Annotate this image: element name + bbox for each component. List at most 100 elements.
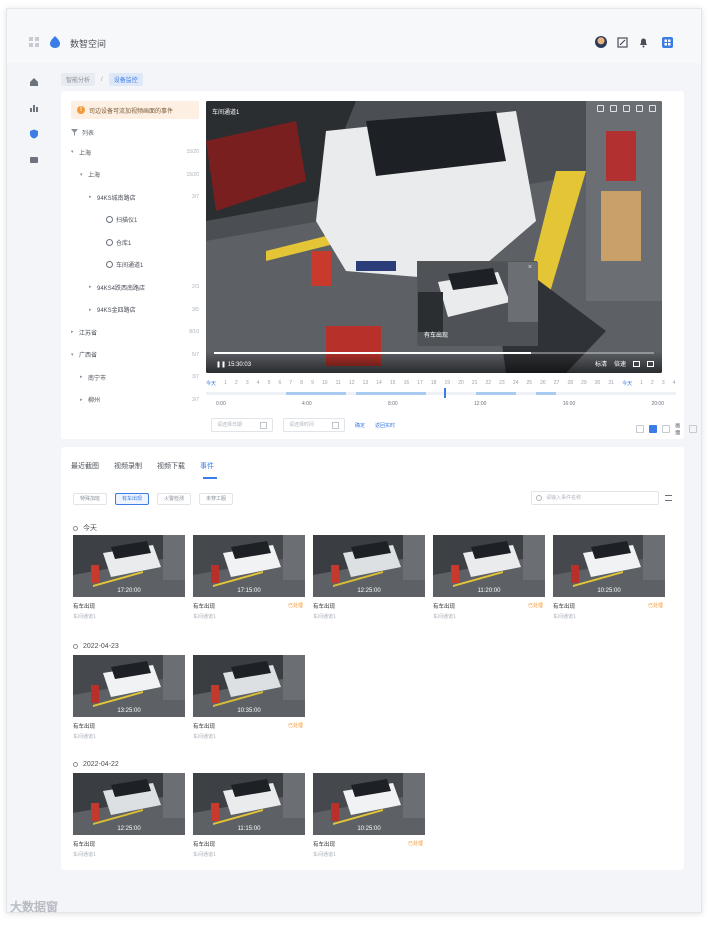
list-view-icon[interactable]: [662, 425, 671, 433]
expand-icon[interactable]: ▸: [80, 397, 88, 403]
event-thumbnail[interactable]: 10:35:00: [193, 655, 305, 717]
collapse-icon[interactable]: ▾: [71, 352, 79, 358]
tree-node[interactable]: 仓库1: [71, 231, 201, 254]
timeline-date[interactable]: 18: [431, 380, 437, 387]
expand-icon[interactable]: [688, 425, 698, 433]
snapshot-icon[interactable]: [597, 105, 604, 112]
tab-screenshots[interactable]: 最近截图: [71, 461, 99, 471]
playback-progress[interactable]: [214, 352, 654, 354]
tree-node[interactable]: ▸ 柳州 3/7: [71, 389, 201, 412]
tab-events[interactable]: 事件: [200, 461, 214, 471]
breadcrumb-item[interactable]: 智能分析: [61, 73, 96, 86]
start-date-input[interactable]: 请选择日期: [211, 418, 273, 432]
timeline-date[interactable]: 1: [640, 380, 643, 387]
timeline-date[interactable]: 31: [608, 380, 614, 387]
event-card[interactable]: 11:20:00 有车出现 车间通道1 已处理: [433, 535, 545, 620]
tab-recording[interactable]: 视频录制: [114, 461, 142, 471]
timeline-date[interactable]: 13: [363, 380, 369, 387]
event-thumbnail[interactable]: 10:25:00: [553, 535, 665, 597]
filter-icon[interactable]: [71, 128, 78, 136]
timeline-date[interactable]: 19: [445, 380, 451, 387]
expand-icon[interactable]: ▸: [80, 374, 88, 380]
close-icon[interactable]: [649, 105, 656, 112]
bell-icon[interactable]: [638, 37, 649, 48]
timeline-date[interactable]: 20: [458, 380, 464, 387]
back-live-link[interactable]: 返回实时: [375, 422, 395, 429]
tab-download[interactable]: 视频下载: [157, 461, 185, 471]
expand-icon[interactable]: ▸: [89, 307, 97, 313]
expand-icon[interactable]: ▸: [71, 329, 79, 335]
tree-node[interactable]: ▸ 94KS城南路店 3/7: [71, 186, 201, 209]
tree-node[interactable]: ▸ 94KS4跌西南路店 2/3: [71, 276, 201, 299]
timeline-date[interactable]: 21: [472, 380, 478, 387]
preview-close-icon[interactable]: ×: [528, 264, 532, 271]
event-card[interactable]: 17:15:00 有车出现 车间通道1 已处理: [193, 535, 305, 620]
filter-chip[interactable]: 未穿工服: [199, 493, 234, 505]
timeline-date[interactable]: 5: [268, 380, 271, 387]
event-card[interactable]: 10:25:00 有车出现 车间通道1 已处理: [553, 535, 665, 620]
timeline-date[interactable]: 22: [486, 380, 492, 387]
timeline-date[interactable]: 15: [390, 380, 396, 387]
apps-grid-icon[interactable]: [29, 37, 39, 47]
timeline-date[interactable]: 1: [224, 380, 227, 387]
timeline-date[interactable]: 12: [349, 380, 355, 387]
menu-icon[interactable]: [665, 495, 672, 501]
timeline-date[interactable]: 16: [404, 380, 410, 387]
event-thumbnail[interactable]: 12:25:00: [73, 773, 185, 835]
shield-icon[interactable]: [29, 129, 39, 139]
event-card[interactable]: 10:35:00 有车出现 车间通道1 已处理: [193, 655, 305, 740]
event-card[interactable]: 10:25:00 有车出现 车间通道1 已处理: [313, 773, 425, 858]
timeline-date[interactable]: 10: [322, 380, 328, 387]
collapse-icon[interactable]: ▾: [80, 172, 88, 178]
timeline-date[interactable]: 2: [651, 380, 654, 387]
speed-button[interactable]: 倍速: [614, 359, 626, 368]
collapse-icon[interactable]: ▾: [71, 149, 79, 155]
event-search-input[interactable]: 请输入事件名称: [531, 491, 659, 505]
timeline-date[interactable]: 27: [554, 380, 560, 387]
single-view-icon[interactable]: [636, 425, 645, 433]
event-thumbnail[interactable]: 17:20:00: [73, 535, 185, 597]
timeline-date[interactable]: 4: [257, 380, 260, 387]
event-thumbnail[interactable]: 13:25:00: [73, 655, 185, 717]
end-time-input[interactable]: 请选择时间: [283, 418, 345, 432]
chart-icon[interactable]: [29, 103, 39, 113]
event-thumbnail[interactable]: 11:20:00: [433, 535, 545, 597]
event-preview[interactable]: × 有车出现: [417, 261, 538, 346]
timeline-track[interactable]: [206, 388, 676, 398]
filter-chip-active[interactable]: 有车出现: [115, 493, 150, 505]
timeline-date[interactable]: 23: [499, 380, 505, 387]
edit-icon[interactable]: [617, 37, 628, 48]
tree-node[interactable]: ▾ 广西省 5/7: [71, 344, 201, 367]
tree-node[interactable]: ▸ 94KS金四路店 3/5: [71, 299, 201, 322]
timeline-date[interactable]: 3: [662, 380, 665, 387]
timeline-date[interactable]: 26: [540, 380, 546, 387]
tree-node[interactable]: ▸ 江苏省 8/10: [71, 321, 201, 344]
filter-chip[interactable]: 特殊加班: [73, 493, 108, 505]
message-icon[interactable]: [29, 155, 39, 165]
tree-node[interactable]: ▾ 上海 15/20: [71, 164, 201, 187]
timeline-date[interactable]: 29: [581, 380, 587, 387]
timeline-date[interactable]: 30: [595, 380, 601, 387]
event-thumbnail[interactable]: 11:15:00: [193, 773, 305, 835]
timeline-date[interactable]: 今天: [206, 380, 216, 387]
timeline-date[interactable]: 28: [567, 380, 573, 387]
dashboard-icon[interactable]: [662, 37, 673, 48]
tree-node[interactable]: 车间通道1: [71, 254, 201, 277]
expand-icon[interactable]: ▸: [89, 194, 97, 200]
timeline-date[interactable]: 8: [300, 380, 303, 387]
filter-chip[interactable]: 火警检测: [157, 493, 192, 505]
download-icon[interactable]: [623, 105, 630, 112]
timeline-date[interactable]: 11: [336, 380, 341, 387]
timeline-date[interactable]: 2: [235, 380, 238, 387]
expand-icon[interactable]: ▸: [89, 284, 97, 290]
avatar[interactable]: [595, 36, 607, 48]
event-thumbnail[interactable]: 10:25:00: [313, 773, 425, 835]
timeline-date[interactable]: 25: [526, 380, 532, 387]
grid-view-icon[interactable]: [649, 425, 658, 433]
event-card[interactable]: 13:25:00 有车出现 车间通道1: [73, 655, 185, 740]
timeline-date[interactable]: 14: [376, 380, 382, 387]
timeline-cursor[interactable]: [444, 388, 446, 398]
event-card[interactable]: 12:25:00 有车出现 车间通道1: [313, 535, 425, 620]
event-card[interactable]: 17:20:00 有车出现 车间通道1: [73, 535, 185, 620]
tree-node[interactable]: 扫描仪1: [71, 209, 201, 232]
